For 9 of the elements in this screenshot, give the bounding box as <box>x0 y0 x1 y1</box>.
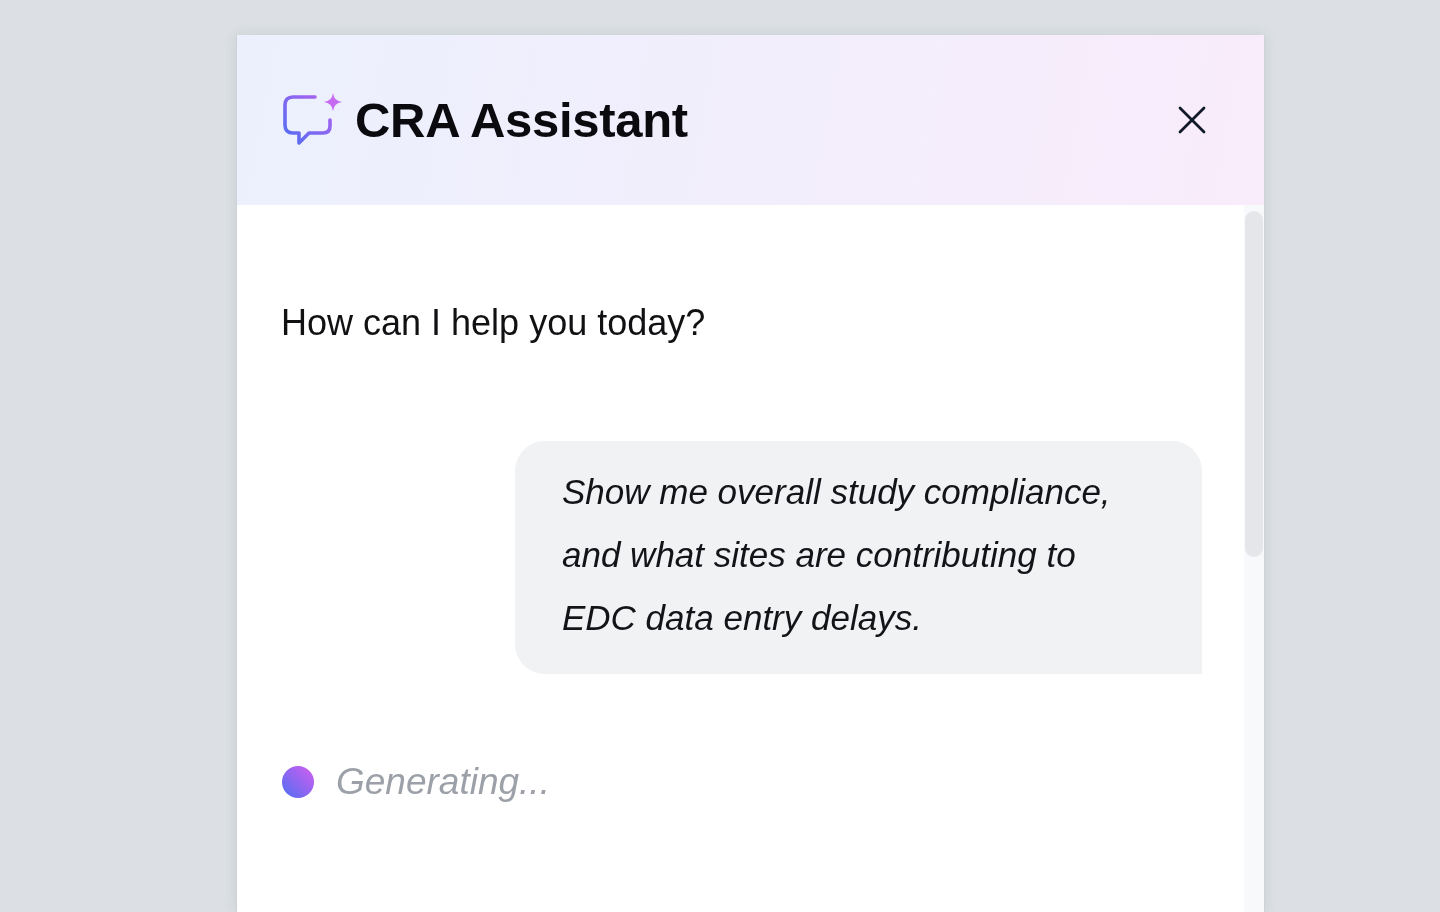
status-text: Generating... <box>336 760 550 804</box>
status-dot-icon <box>282 766 314 798</box>
scrollbar-thumb[interactable] <box>1245 211 1263 557</box>
chat-sparkle-icon <box>283 93 343 147</box>
scrollbar-track[interactable] <box>1244 205 1264 912</box>
user-message-text: Show me overall study compliance, and what sites are contributing to EDC data entry delays. <box>562 471 1112 639</box>
panel-title: CRA Assistant <box>355 92 688 148</box>
close-icon <box>1178 106 1206 134</box>
assistant-message: How can I help you today? <box>281 302 706 344</box>
